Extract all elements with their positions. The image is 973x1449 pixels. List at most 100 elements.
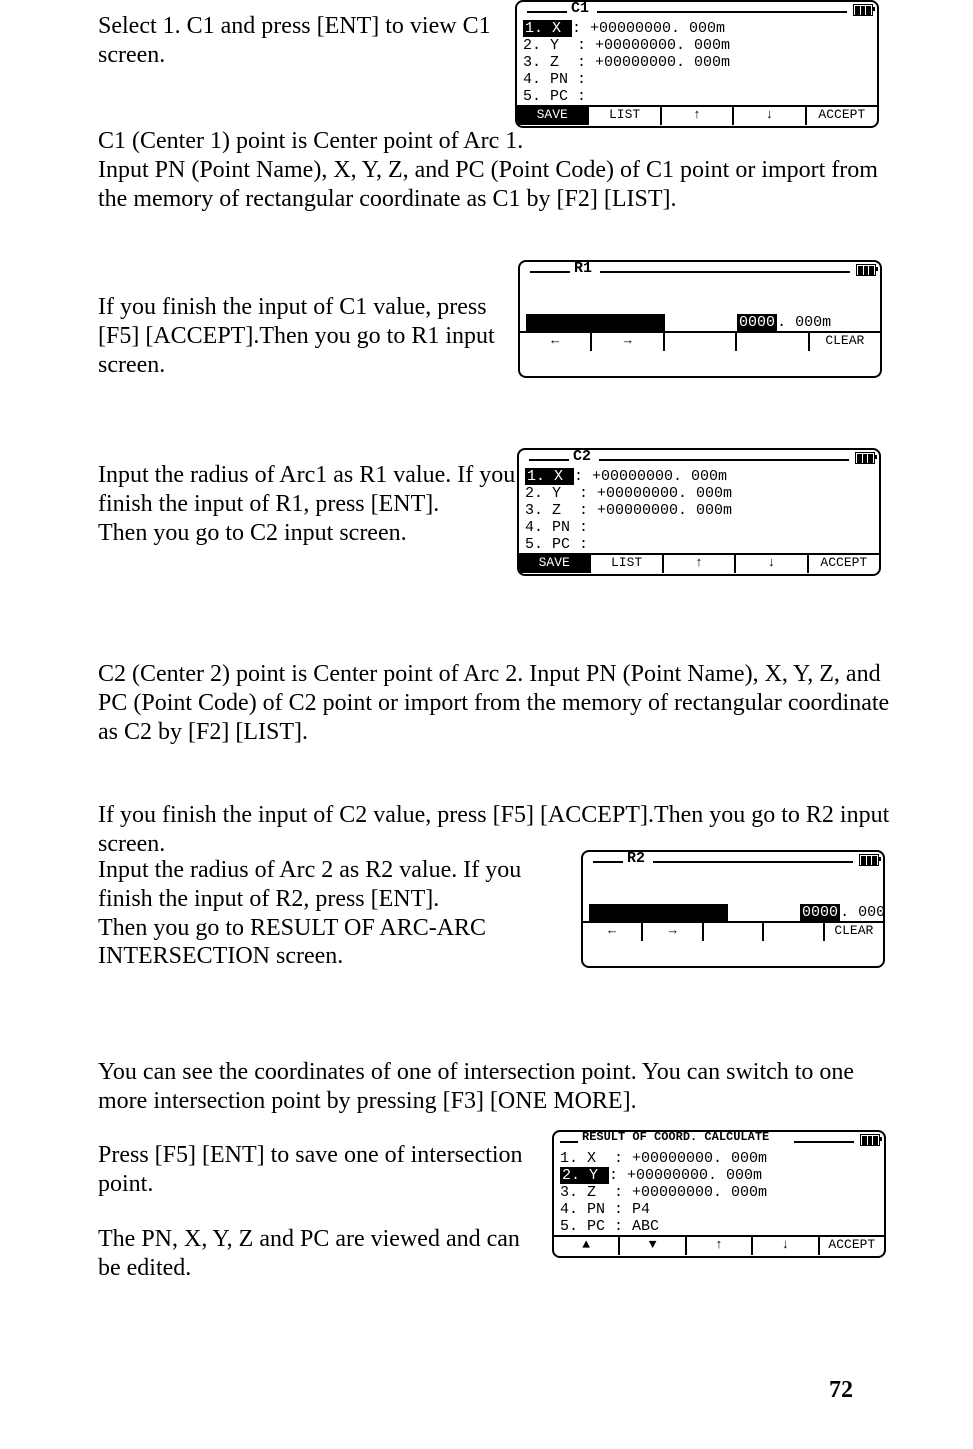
softkey[interactable]: LIST bbox=[589, 107, 661, 125]
lcd-text: : +00000000. 000m bbox=[572, 20, 725, 37]
softkey[interactable]: LIST bbox=[591, 555, 663, 573]
softkey[interactable] bbox=[704, 923, 764, 941]
lcd-text: 2. Y : +00000000. 000m bbox=[523, 37, 730, 54]
lcd-selected-label: 2. Y bbox=[560, 1167, 609, 1184]
softkey[interactable]: ↓ bbox=[734, 107, 806, 125]
lcd-body: 0000. 000m bbox=[520, 280, 880, 331]
softkey[interactable]: ↓ bbox=[753, 1237, 819, 1255]
lcd-title-row: C2 bbox=[519, 450, 879, 468]
lcd-text: 4. PN : bbox=[525, 519, 588, 536]
lcd-row: 2. Y : +00000000. 000m bbox=[554, 1167, 884, 1184]
lcd-value-tail: . 000m bbox=[777, 314, 831, 331]
text: Select 1. C1 and press [ENT] to view C1 … bbox=[98, 13, 491, 68]
lcd-text bbox=[526, 280, 535, 297]
lcd-softkeys: ▲▼↑↓ACCEPT bbox=[554, 1235, 884, 1255]
lcd-row: 4. PN : bbox=[517, 71, 877, 88]
softkey[interactable]: ↑ bbox=[662, 107, 734, 125]
lcd-row: 1. X : +00000000. 000m bbox=[517, 20, 877, 37]
lcd-value-tail: . 000m bbox=[840, 904, 885, 921]
text: The PN, X, Y, Z and PC are viewed and ca… bbox=[98, 1226, 520, 1281]
text: C1 (Center 1) point is Center point of A… bbox=[98, 128, 878, 212]
battery-icon bbox=[853, 4, 873, 16]
lcd-row: 4. PN : P4 bbox=[554, 1201, 884, 1218]
lcd-selected-label: 1. X bbox=[525, 468, 574, 485]
softkey[interactable]: ACCEPT bbox=[807, 107, 877, 125]
lcd-text bbox=[589, 887, 598, 904]
lcd-text: 5. PC : ABC bbox=[560, 1218, 659, 1235]
paragraph-9: Press [F5] [ENT] to save one of intersec… bbox=[98, 1141, 548, 1199]
paragraph-5: C2 (Center 2) point is Center point of A… bbox=[98, 660, 898, 746]
battery-icon bbox=[855, 452, 875, 464]
lcd-row: 4. PN : bbox=[519, 519, 879, 536]
lcd-text: 3. Z : +00000000. 000m bbox=[523, 54, 730, 71]
softkey[interactable] bbox=[737, 333, 809, 351]
softkey[interactable]: ▼ bbox=[620, 1237, 686, 1255]
softkey[interactable] bbox=[665, 333, 737, 351]
lcd-body: 0000. 000m bbox=[583, 870, 883, 921]
lcd-row: 5. PC : bbox=[519, 536, 879, 553]
lcd-row bbox=[520, 280, 880, 297]
paragraph-10: The PN, X, Y, Z and PC are viewed and ca… bbox=[98, 1225, 548, 1283]
lcd-softkeys: ←→ CLEAR bbox=[520, 331, 880, 351]
lcd-title: C1 bbox=[569, 0, 591, 18]
softkey[interactable] bbox=[764, 923, 824, 941]
lcd-value: 0000 bbox=[737, 314, 777, 331]
page-number-text: 72 bbox=[829, 1377, 853, 1403]
lcd-softkeys: SAVELIST↑↓ACCEPT bbox=[517, 105, 877, 125]
text: If you finish the input of C2 value, pre… bbox=[98, 802, 889, 857]
lcd-title-row: RESULT OF COORD. CALCULATE bbox=[554, 1132, 884, 1150]
lcd-body: 1. X : +00000000. 000m2. Y : +00000000. … bbox=[519, 468, 879, 553]
text: Input the radius of Arc 2 as R2 value. I… bbox=[98, 857, 521, 969]
paragraph-7: Input the radius of Arc 2 as R2 value. I… bbox=[98, 856, 578, 971]
lcd-row bbox=[583, 870, 883, 887]
lcd-title: RESULT OF COORD. CALCULATE bbox=[580, 1130, 771, 1144]
softkey[interactable]: ACCEPT bbox=[809, 555, 879, 573]
battery-icon bbox=[859, 854, 879, 866]
lcd-title: C2 bbox=[571, 448, 593, 466]
softkey[interactable]: SAVE bbox=[519, 555, 591, 573]
battery-icon bbox=[856, 264, 876, 276]
softkey[interactable]: ACCEPT bbox=[820, 1237, 884, 1255]
softkey[interactable]: ← bbox=[520, 333, 592, 351]
lcd-softkeys: SAVELIST↑↓ACCEPT bbox=[519, 553, 879, 573]
lcd-row: 3. Z : +00000000. 000m bbox=[519, 502, 879, 519]
lcd-row: 3. Z : +00000000. 000m bbox=[517, 54, 877, 71]
lcd-text: : +00000000. 000m bbox=[574, 468, 727, 485]
lcd-text: : +00000000. 000m bbox=[609, 1167, 762, 1184]
paragraph-3: If you finish the input of C1 value, pre… bbox=[98, 293, 518, 379]
paragraph-2: C1 (Center 1) point is Center point of A… bbox=[98, 127, 898, 213]
softkey[interactable]: → bbox=[643, 923, 703, 941]
lcd-screen-r2: R2 0000. 000m ←→ CLEAR bbox=[581, 850, 885, 968]
lcd-title-row: R2 bbox=[583, 852, 883, 870]
paragraph-1: Select 1. C1 and press [ENT] to view C1 … bbox=[98, 12, 518, 70]
lcd-text bbox=[526, 297, 535, 314]
softkey[interactable]: CLEAR bbox=[810, 333, 880, 351]
lcd-row: 3. Z : +00000000. 000m bbox=[554, 1184, 884, 1201]
lcd-row bbox=[520, 297, 880, 314]
softkey[interactable]: CLEAR bbox=[825, 923, 883, 941]
softkey[interactable]: SAVE bbox=[517, 107, 589, 125]
lcd-row: 0000. 000m bbox=[583, 904, 883, 921]
lcd-text: 2. Y : +00000000. 000m bbox=[525, 485, 732, 502]
softkey[interactable]: ↑ bbox=[664, 555, 736, 573]
softkey[interactable]: ↑ bbox=[687, 1237, 753, 1255]
lcd-title-row: C1 bbox=[517, 2, 877, 20]
lcd-text: 3. Z : +00000000. 000m bbox=[525, 502, 732, 519]
battery-icon bbox=[860, 1134, 880, 1146]
softkey[interactable]: ▲ bbox=[554, 1237, 620, 1255]
lcd-body: 1. X : +00000000. 000m2. Y : +00000000. … bbox=[517, 20, 877, 105]
softkey[interactable]: ↓ bbox=[736, 555, 808, 573]
lcd-text: 3. Z : +00000000. 000m bbox=[560, 1184, 767, 1201]
softkey[interactable]: ← bbox=[583, 923, 643, 941]
lcd-selected-label bbox=[526, 314, 665, 331]
softkey[interactable]: → bbox=[592, 333, 664, 351]
text: Press [F5] [ENT] to save one of intersec… bbox=[98, 1142, 523, 1197]
lcd-screen-result: RESULT OF COORD. CALCULATE 1. X : +00000… bbox=[552, 1130, 886, 1258]
paragraph-8: You can see the coordinates of one of in… bbox=[98, 1058, 898, 1116]
lcd-row: 1. X : +00000000. 000m bbox=[519, 468, 879, 485]
lcd-text: 1. X : +00000000. 000m bbox=[560, 1150, 767, 1167]
text: If you finish the input of C1 value, pre… bbox=[98, 294, 495, 378]
lcd-row: 2. Y : +00000000. 000m bbox=[519, 485, 879, 502]
lcd-text: 4. PN : P4 bbox=[560, 1201, 650, 1218]
lcd-row: 2. Y : +00000000. 000m bbox=[517, 37, 877, 54]
